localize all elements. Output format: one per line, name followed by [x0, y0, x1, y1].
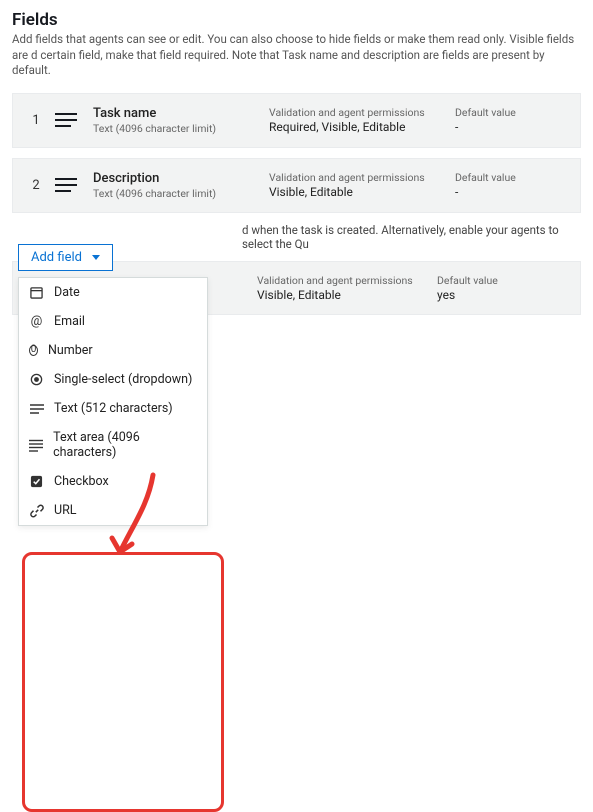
caret-down-icon — [92, 255, 100, 260]
validation-value: Visible, Editable — [269, 185, 449, 199]
drag-handle-icon[interactable] — [55, 112, 87, 128]
validation-header: Validation and agent permissions — [269, 106, 449, 119]
validation-header: Validation and agent permissions — [257, 274, 437, 287]
menu-item-label: URL — [54, 503, 77, 518]
row-index: 1 — [23, 113, 49, 128]
menu-item-label: Text area (4096 characters) — [53, 430, 197, 460]
default-value: - — [455, 120, 570, 134]
add-field-button[interactable]: Add field — [18, 244, 113, 271]
default-header: Default value — [455, 171, 570, 184]
dropdown-menu: Date @ Email 0 Number Single-select (dro… — [18, 277, 208, 526]
text-icon — [29, 401, 44, 416]
default-header: Default value — [455, 106, 570, 119]
menu-item-number[interactable]: 0 Number — [19, 336, 207, 365]
calendar-icon — [29, 285, 44, 300]
radio-icon — [29, 372, 44, 387]
menu-item-date[interactable]: Date — [19, 278, 207, 307]
checkbox-icon — [29, 474, 44, 489]
menu-item-label: Text (512 characters) — [54, 401, 173, 416]
field-row: 2 Description Text (4096 character limit… — [12, 158, 581, 213]
row-index: 2 — [23, 178, 49, 193]
menu-item-single-select[interactable]: Single-select (dropdown) — [19, 365, 207, 394]
default-value: - — [455, 185, 570, 199]
menu-item-email[interactable]: @ Email — [19, 307, 207, 336]
menu-item-label: Number — [48, 343, 93, 358]
add-field-dropdown: Add field Date @ Email 0 Number Single-s… — [18, 244, 208, 526]
field-row: 1 Task name Text (4096 character limit) … — [12, 93, 581, 148]
number-icon: 0 — [29, 345, 38, 356]
menu-item-label: Email — [54, 314, 85, 329]
menu-item-label: Date — [54, 285, 80, 300]
menu-item-text[interactable]: Text (512 characters) — [19, 394, 207, 423]
field-name: Task name — [93, 106, 263, 121]
section-title: Fields — [12, 10, 581, 30]
annotation-rect — [22, 552, 224, 812]
at-icon: @ — [29, 314, 44, 329]
validation-value: Visible, Editable — [257, 288, 437, 302]
menu-item-textarea[interactable]: Text area (4096 characters) — [19, 423, 207, 467]
field-name: Description — [93, 171, 263, 186]
textarea-icon — [29, 438, 43, 453]
menu-item-url[interactable]: URL — [19, 496, 207, 525]
validation-value: Required, Visible, Editable — [269, 120, 449, 134]
field-subtype: Text (4096 character limit) — [93, 122, 263, 135]
menu-item-label: Checkbox — [54, 474, 109, 489]
menu-item-checkbox[interactable]: Checkbox — [19, 467, 207, 496]
section-description: Add fields that agents can see or edit. … — [12, 32, 581, 79]
menu-item-label: Single-select (dropdown) — [54, 372, 192, 387]
validation-header: Validation and agent permissions — [269, 171, 449, 184]
link-icon — [29, 503, 44, 518]
default-header: Default value — [437, 274, 570, 287]
add-field-label: Add field — [31, 250, 82, 265]
default-value: yes — [437, 288, 570, 302]
drag-handle-icon[interactable] — [55, 177, 87, 193]
field-subtype: Text (4096 character limit) — [93, 187, 263, 200]
